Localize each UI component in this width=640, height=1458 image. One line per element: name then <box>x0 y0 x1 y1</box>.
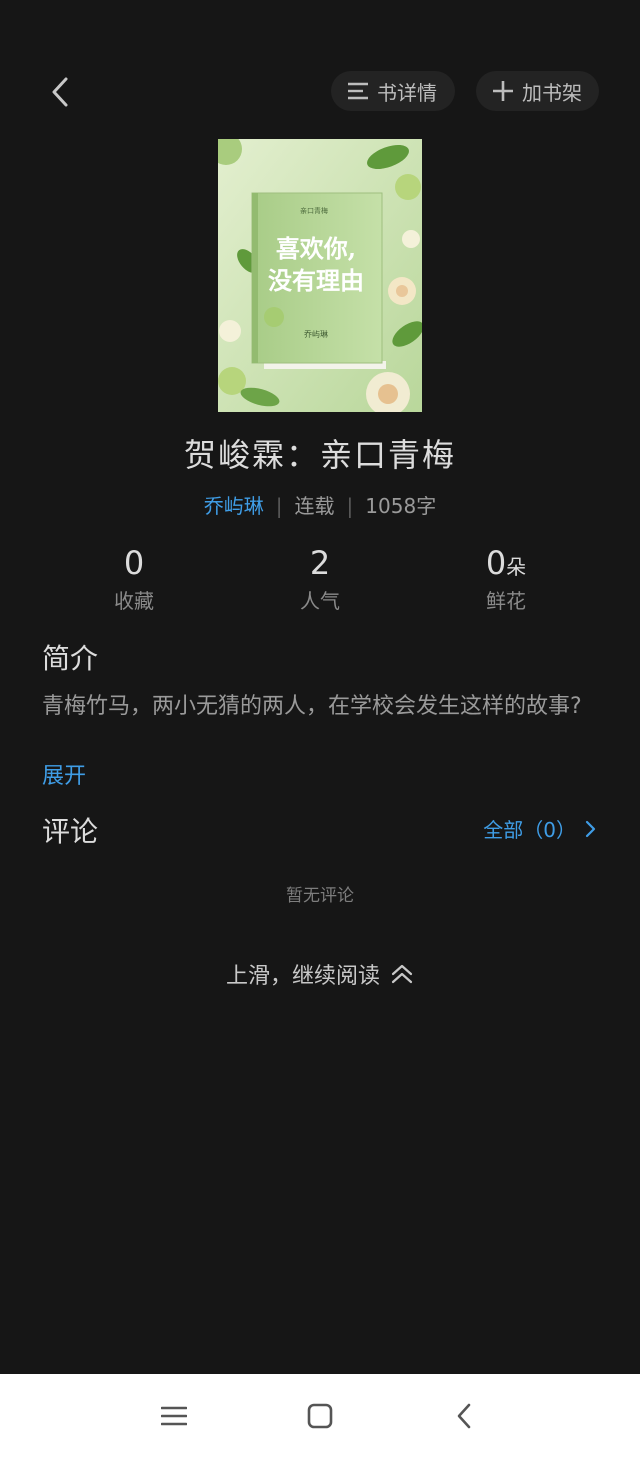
stat-label: 人气 <box>300 589 340 613</box>
expand-button[interactable]: 展开 <box>42 758 86 790</box>
cover-author: 乔屿琳 <box>304 329 328 339</box>
stat-favorites: 0 收藏 <box>64 543 204 614</box>
book-cover[interactable]: 亲口青梅 喜欢你, 没有理由 乔屿琳 <box>218 139 422 412</box>
author-link[interactable]: 乔屿琳 <box>204 494 264 518</box>
stat-value: 2 <box>309 544 331 582</box>
add-to-shelf-button[interactable]: 加书架 <box>476 71 599 111</box>
home-icon <box>307 1403 333 1429</box>
book-meta: 乔屿琳 | 连载 | 1058字 <box>0 490 640 519</box>
stat-unit: 朵 <box>506 555 527 579</box>
stat-value: 0 <box>123 544 145 582</box>
meta-separator: | <box>346 494 354 518</box>
system-nav-bar <box>0 1374 640 1458</box>
back-icon <box>52 77 68 107</box>
menu-button[interactable] <box>154 1396 194 1436</box>
home-button[interactable] <box>300 1396 340 1436</box>
nav-back-icon <box>457 1403 471 1429</box>
intro-text: 青梅竹马，两小无猜的两人，在学校会发生这样的故事? <box>42 694 582 719</box>
comments-heading: 评论 <box>42 815 99 848</box>
chevron-right-icon <box>585 820 596 837</box>
book-status: 连载 <box>294 494 335 518</box>
cover-small-title: 亲口青梅 <box>300 206 328 215</box>
no-comments-text: 暂无评论 <box>286 886 354 906</box>
all-comments-label: 全部（0） <box>483 818 576 842</box>
book-detail-button[interactable]: 书详情 <box>331 71 455 111</box>
top-bar: 书详情 加书架 <box>0 60 640 124</box>
continue-reading-label: 上滑，继续阅读 <box>225 964 380 989</box>
meta-separator: | <box>275 494 283 518</box>
all-comments-link[interactable]: 全部（0） <box>483 814 596 843</box>
book-detail-label: 书详情 <box>377 80 437 105</box>
book-cover-art: 亲口青梅 喜欢你, 没有理由 乔屿琳 <box>218 139 422 412</box>
intro-heading: 简介 <box>42 642 99 675</box>
stat-label: 收藏 <box>114 589 154 613</box>
cover-title-line1: 喜欢你, <box>276 234 356 263</box>
stat-value: 0 <box>485 544 507 582</box>
plus-icon <box>493 81 513 101</box>
double-chevron-up-icon <box>391 964 413 984</box>
word-count: 1058字 <box>365 494 437 518</box>
stat-popularity: 2 人气 <box>250 543 390 614</box>
menu-icon <box>161 1406 187 1426</box>
book-title: 贺峻霖：亲口青梅 <box>183 436 456 474</box>
back-button[interactable] <box>40 72 80 112</box>
continue-reading[interactable]: 上滑，继续阅读 <box>0 958 640 990</box>
nav-back-button[interactable] <box>444 1396 484 1436</box>
stat-flowers: 0朵 鲜花 <box>436 543 576 614</box>
stat-label: 鲜花 <box>486 589 526 613</box>
add-to-shelf-label: 加书架 <box>522 80 582 105</box>
list-icon <box>348 82 368 100</box>
cover-title-line2: 没有理由 <box>268 266 364 295</box>
